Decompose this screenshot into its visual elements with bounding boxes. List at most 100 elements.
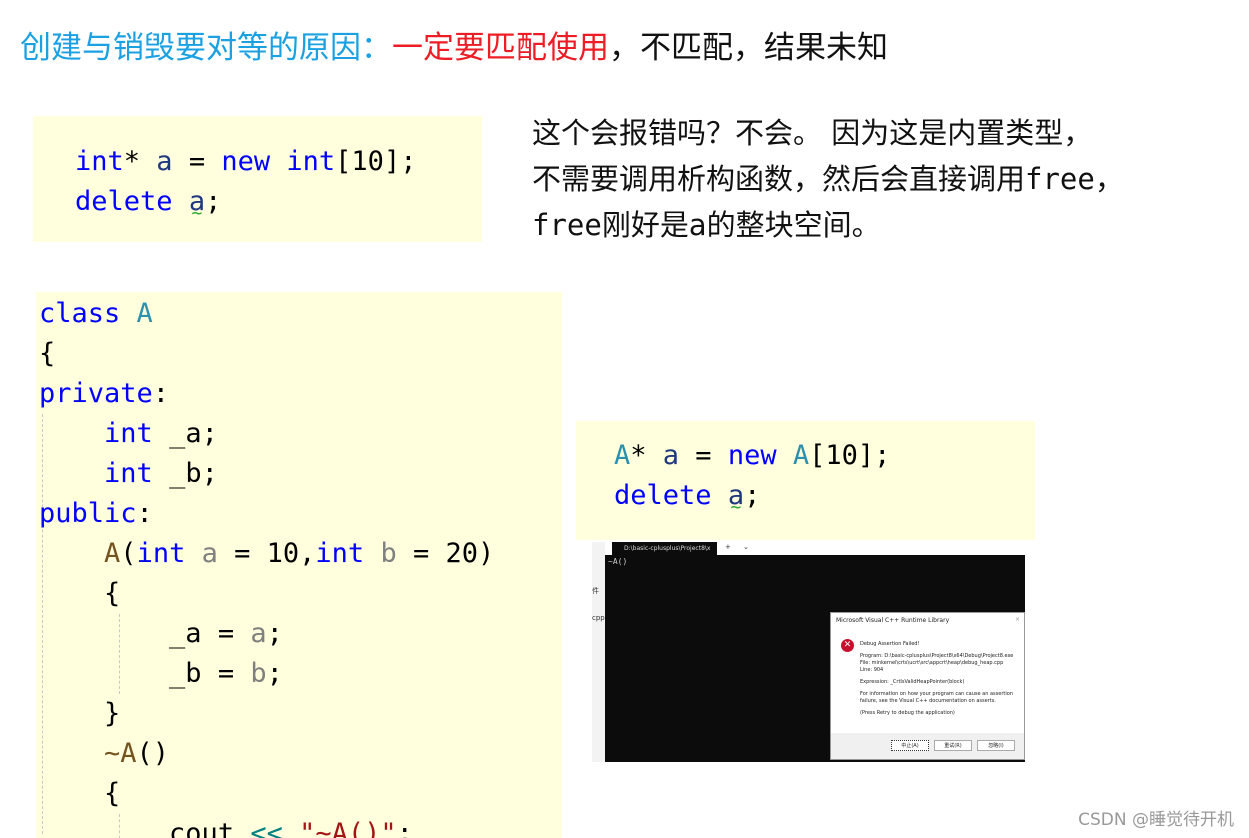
operator: <<: [250, 818, 283, 838]
dialog-hint: (Press Retry to debug the application): [860, 710, 955, 716]
code-word: free: [1025, 162, 1095, 196]
code-token: (: [120, 538, 137, 569]
keyword: class: [39, 298, 121, 329]
dialog-details: Program: D:\basic-cplusplus\Project8\x64…: [860, 653, 1014, 673]
console-screenshot: 件 cpp D:\basic-cplusplus\Project8\x + ⌄ …: [592, 542, 1025, 762]
code-token: = 20): [396, 538, 495, 569]
ide-sidebar-fragment: 件 cpp: [592, 542, 605, 762]
code-token: _a =: [169, 618, 251, 649]
code-line: int* a = new int[10];: [75, 142, 416, 182]
dialog-expression: Expression: _CrtIsValidHeapPointer(block…: [860, 679, 965, 685]
dialog-body: Debug Assertion Failed! Program: D:\basi…: [860, 641, 1020, 722]
terminal-tab-bar: D:\basic-cplusplus\Project8\x + ⌄: [605, 542, 1025, 555]
code-token: ;: [266, 658, 283, 689]
code-token: ;: [744, 480, 761, 511]
heading-blue-part: 创建与销毁要对等的原因：: [20, 30, 392, 66]
code-token: =: [679, 440, 728, 471]
watermark: CSDN @睡觉待开机: [1078, 810, 1234, 830]
dialog-heading: Debug Assertion Failed!: [860, 641, 920, 647]
code-line: {: [39, 338, 56, 369]
string-literal: "~A()": [299, 818, 397, 838]
code-line: int _b;: [39, 454, 494, 494]
keyword: new: [221, 146, 271, 177]
terminal-tab[interactable]: D:\basic-cplusplus\Project8\x: [612, 542, 717, 555]
code-line: {: [39, 574, 494, 614]
keyword: delete: [75, 186, 173, 217]
console-output: ~A(): [608, 557, 628, 566]
code-token: {: [104, 578, 121, 609]
code-line: A* a = new A[10];: [614, 436, 890, 476]
code-token: [10];: [335, 146, 417, 177]
variable: cout: [169, 818, 235, 838]
explanation-line: 这个会报错吗？不会。 因为这是内置类型，: [532, 116, 1093, 150]
keyword: public: [39, 498, 137, 529]
text: 刚好是a的整块空间。: [601, 208, 881, 242]
code-token: _b =: [169, 658, 251, 689]
keyword: new: [727, 440, 777, 471]
code-token: [10];: [809, 440, 891, 471]
close-icon[interactable]: ×: [1015, 616, 1020, 623]
type-name: A: [136, 298, 153, 329]
code-token: ;: [396, 818, 413, 838]
explanation-line: 不需要调用析构函数，然后会直接调用free，: [532, 156, 1124, 202]
code-token: ;: [266, 618, 283, 649]
code-token: *: [630, 440, 663, 471]
variable-with-warning-squiggle: a: [189, 186, 205, 217]
parameter: b: [250, 658, 267, 689]
explanation-text: 这个会报错吗？不会。 因为这是内置类型， 不需要调用析构函数，然后会直接调用fr…: [532, 110, 1124, 248]
function-name: ~A: [104, 738, 137, 769]
sidebar-label: cpp: [592, 614, 605, 622]
type-name: A: [792, 440, 810, 471]
ignore-button[interactable]: 忽略(I): [977, 740, 1015, 751]
variable-with-warning-squiggle: a: [728, 480, 744, 511]
type-name: A: [614, 440, 631, 471]
new-tab-icon[interactable]: +: [725, 542, 731, 553]
text: ，: [1094, 162, 1124, 196]
code-line: delete a;: [75, 182, 416, 222]
code-token: (): [136, 738, 170, 769]
keyword: int: [104, 418, 153, 449]
keyword: int: [104, 458, 153, 489]
keyword: delete: [614, 480, 712, 511]
code-line: cout << "~A()";: [39, 814, 494, 838]
parameter: a: [201, 538, 218, 569]
code-token: _a;: [152, 418, 218, 449]
code-block-class-array: A* a = new A[10]; delete a;: [576, 421, 1035, 540]
code-line: ~A(): [39, 734, 494, 774]
keyword: int: [136, 538, 186, 569]
dropdown-icon[interactable]: ⌄: [743, 542, 749, 553]
code-line: {: [39, 774, 494, 814]
dialog-title: Microsoft Visual C++ Runtime Library: [836, 617, 950, 624]
variable: a: [156, 146, 173, 177]
abort-button[interactable]: 中止(A): [891, 740, 929, 751]
function-name: A: [104, 538, 121, 569]
code-token: = 10,: [217, 538, 316, 569]
tab-title: D:\basic-cplusplus\Project8\x: [624, 545, 711, 552]
code-token: :: [152, 378, 170, 409]
code-line: _b = b;: [39, 654, 494, 694]
code-line: A(int a = 10,int b = 20): [39, 534, 494, 574]
dialog-footer: 中止(A) 重试(R) 忽略(I): [831, 733, 1024, 759]
parameter: b: [380, 538, 397, 569]
keyword: private: [39, 378, 153, 409]
keyword: int: [286, 146, 336, 177]
code-word: free: [532, 208, 602, 242]
retry-button[interactable]: 重试(R): [934, 740, 972, 751]
code-token: }: [104, 698, 121, 729]
